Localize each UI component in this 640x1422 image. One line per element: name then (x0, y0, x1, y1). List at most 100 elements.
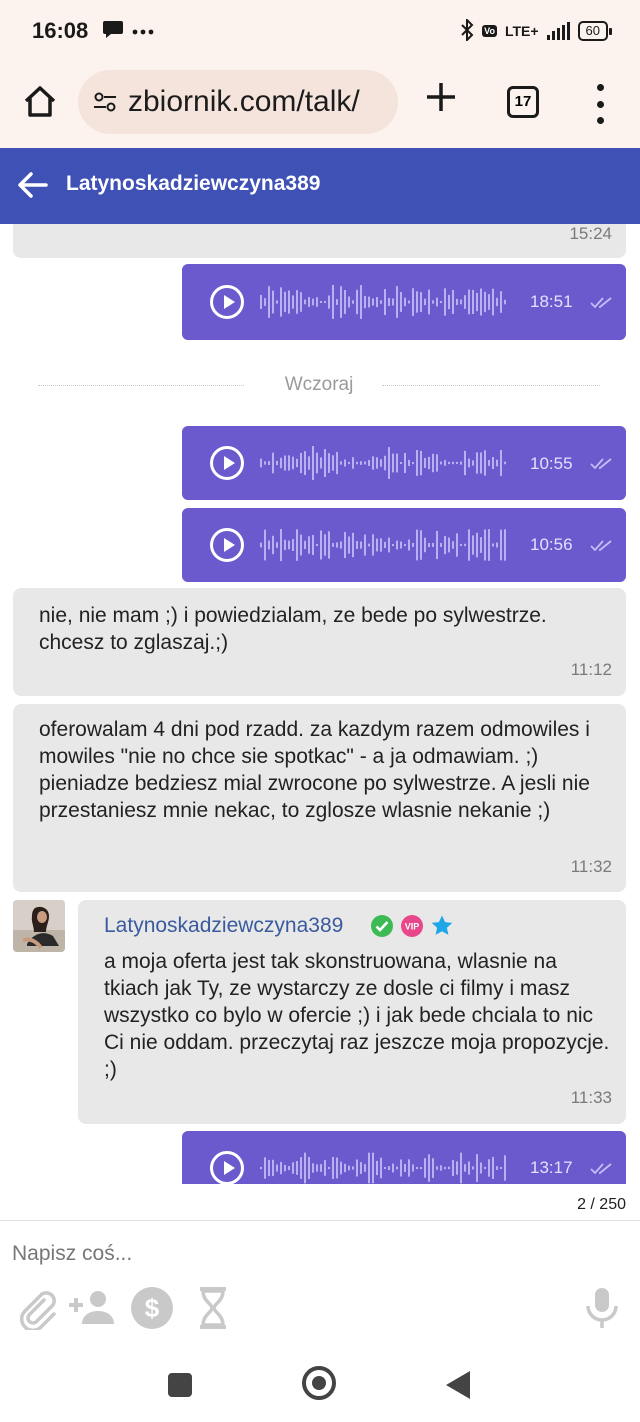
waveform-bar (376, 1160, 378, 1176)
waveform-bar (448, 294, 450, 310)
chat-title[interactable]: Latynoskadziewczyna389 (66, 172, 320, 196)
home-button[interactable] (302, 1366, 336, 1400)
waveform-bar (276, 1164, 278, 1172)
voice-message-outgoing[interactable]: 13:17 (182, 1131, 626, 1184)
chat-bubble-icon (102, 19, 124, 44)
waveform-bar (300, 292, 302, 312)
waveform-bar (472, 289, 474, 314)
message-bubble-incoming[interactable]: oferowalam 4 dni pod rzadd. za kazdym ra… (13, 704, 626, 892)
add-person-icon[interactable] (66, 1286, 116, 1330)
waveform-bar (264, 298, 266, 306)
waveform-bar (328, 295, 330, 309)
waveform-bar (272, 290, 274, 314)
waveform-bar (452, 541, 454, 549)
waveform-bar (372, 456, 374, 470)
waveform-bar (332, 543, 334, 547)
home-icon[interactable] (20, 82, 60, 122)
waveform-bar (316, 452, 318, 474)
waveform-bar (476, 452, 478, 474)
message-bubble-incoming[interactable]: Latynoskadziewczyna389 VIP a moja oferta… (78, 900, 626, 1124)
message-time: 11:33 (570, 1088, 612, 1107)
voice-message-outgoing[interactable]: 18:51 (182, 264, 626, 340)
message-list[interactable]: 15:24 18:51 Wczoraj 10:55 10:56 nie, nie… (0, 224, 640, 1184)
message-bubble-incoming[interactable]: 15:24 (13, 224, 626, 258)
attachment-icon[interactable] (16, 1286, 60, 1333)
browser-menu-icon[interactable] (592, 84, 608, 124)
address-bar[interactable]: zbiornik.com/talk/ (78, 70, 398, 134)
waveform-bar (388, 537, 390, 553)
new-tab-icon[interactable] (424, 80, 458, 121)
sender-name[interactable]: Latynoskadziewczyna389 (104, 914, 343, 938)
waveform-bar (384, 1167, 386, 1169)
waveform-bar (352, 1166, 354, 1170)
waveform-bar (416, 1166, 418, 1170)
waveform-bar (376, 538, 378, 552)
sender-avatar[interactable] (13, 900, 65, 952)
play-icon[interactable] (210, 285, 244, 319)
waveform-bar (440, 543, 442, 547)
audio-waveform (260, 1152, 506, 1184)
waveform-bar (432, 453, 434, 473)
waveform-bar (356, 289, 358, 315)
site-settings-icon[interactable] (92, 89, 118, 115)
back-arrow-icon[interactable] (16, 168, 50, 202)
play-icon[interactable] (210, 528, 244, 562)
waveform-bar (368, 296, 370, 308)
waveform-bar (304, 299, 306, 305)
voice-message-outgoing[interactable]: 10:56 (182, 508, 626, 582)
play-icon[interactable] (210, 446, 244, 480)
microphone-icon[interactable] (582, 1286, 622, 1330)
waveform-bar (288, 290, 290, 314)
play-icon[interactable] (210, 1151, 244, 1184)
waveform-bar (504, 1155, 506, 1181)
waveform-bar (420, 530, 422, 560)
waveform-bar (344, 459, 346, 467)
waveform-bar (388, 447, 390, 479)
waveform-bar (472, 460, 474, 466)
message-bubble-incoming[interactable]: nie, nie mam ;) i powiedzialam, ze bede … (13, 588, 626, 696)
waveform-bar (360, 1162, 362, 1174)
recent-apps-button[interactable] (168, 1373, 192, 1397)
waveform-bar (292, 1162, 294, 1174)
read-receipt-icon (590, 297, 612, 309)
waveform-bar (344, 531, 346, 559)
tab-switcher-button[interactable]: 17 (507, 86, 539, 118)
waveform-bar (284, 455, 286, 471)
star-icon (431, 915, 453, 935)
waveform-bar (348, 296, 350, 308)
dollar-icon[interactable]: $ (130, 1286, 174, 1330)
waveform-bar (408, 1159, 410, 1177)
waveform-bar (484, 529, 486, 561)
waveform-bar (404, 453, 406, 473)
waveform-bar (296, 529, 298, 561)
back-button[interactable] (446, 1371, 470, 1399)
day-separator: Wczoraj (38, 372, 600, 400)
waveform-bar (460, 461, 462, 465)
waveform-bar (260, 542, 262, 548)
waveform-bar (260, 458, 262, 468)
waveform-bar (272, 535, 274, 555)
waveform-bar (316, 544, 318, 546)
waveform-bar (416, 450, 418, 476)
waveform-bar (336, 1157, 338, 1179)
waveform-bar (468, 458, 470, 468)
waveform-bar (276, 460, 278, 466)
waveform-bar (280, 287, 282, 317)
waveform-bar (504, 461, 506, 465)
waveform-bar (404, 544, 406, 547)
waveform-bar (336, 542, 338, 548)
waveform-bar (312, 1163, 314, 1173)
message-input[interactable] (12, 1236, 572, 1272)
hourglass-icon[interactable] (196, 1286, 230, 1330)
vip-badge-label: VIP (405, 922, 420, 932)
waveform-bar (284, 539, 286, 551)
waveform-bar (384, 541, 386, 548)
voice-message-outgoing[interactable]: 10:55 (182, 426, 626, 500)
waveform-bar (384, 455, 386, 471)
battery-indicator: 60 (577, 21, 613, 41)
waveform-bar (272, 1159, 274, 1177)
waveform-bar (496, 297, 498, 307)
waveform-bar (436, 1166, 438, 1170)
read-receipt-icon (590, 1163, 612, 1175)
waveform-bar (468, 1161, 470, 1175)
